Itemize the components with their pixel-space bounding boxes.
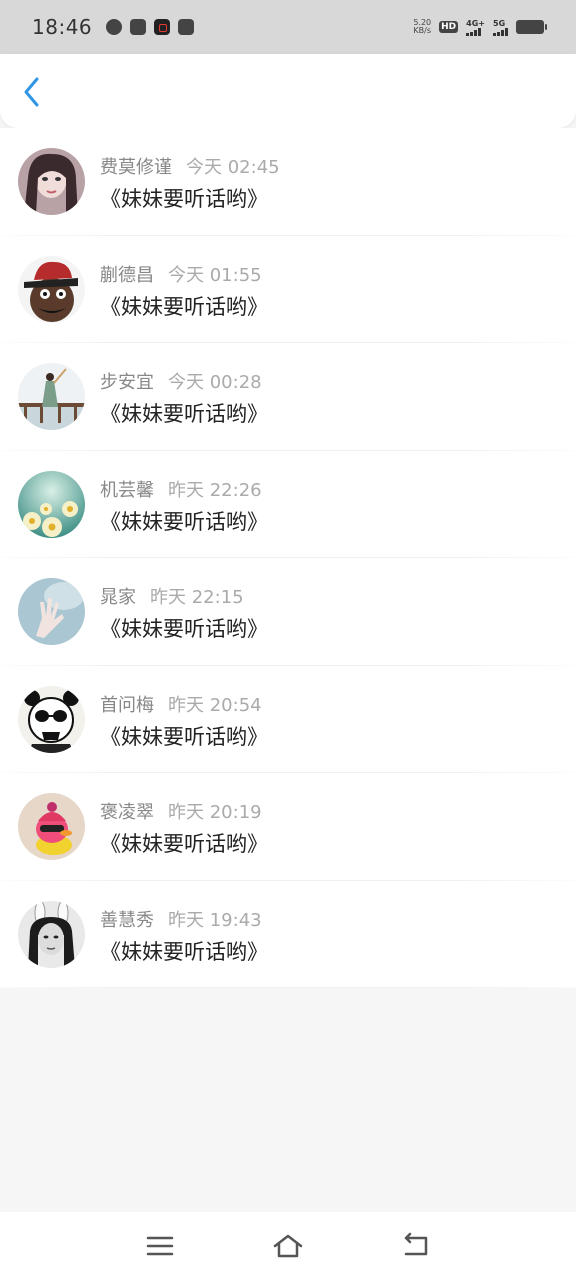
signal-sim2: 5G [493,19,508,36]
notification-icons [106,19,195,35]
comment-header: 机芸馨 昨天 22:26 [100,476,262,502]
comment-time: 昨天 20:54 [168,694,262,716]
hd-badge: HD [439,21,459,33]
network-speed: 5.20 KB/s [413,19,431,35]
play-icon [130,19,147,35]
back-nav-button[interactable] [400,1232,432,1260]
gauge-icon [106,19,123,35]
comment-time: 昨天 22:15 [150,587,244,608]
avatar[interactable] [18,578,85,645]
avatar[interactable] [18,148,85,215]
comment-text: 《妹妹要听话哟》 [100,294,268,319]
comment-header: 步安宜 今天 00:28 [100,368,262,394]
list-item[interactable]: 费莫修谨 今天 02:45 《妹妹要听话哟》 [0,128,576,236]
comment-text: 《妹妹要听话哟》 [100,617,268,641]
status-time: 18:46 [32,15,93,39]
signal-sim1: 4G+ [466,19,485,36]
avatar[interactable] [18,255,85,323]
network-speed-unit: KB/s [413,26,432,35]
back-icon [404,1232,428,1256]
list-item[interactable]: 褒凌翠 昨天 20:19 《妹妹要听话哟》 [0,773,576,881]
comment-header: 首问梅 昨天 20:54 [100,691,262,717]
top-bar [0,54,576,128]
back-button[interactable] [14,72,50,112]
system-nav-bar [0,1212,576,1280]
avatar[interactable] [18,363,85,430]
app-icon [154,19,171,35]
comment-text: 《妹妹要听话哟》 [100,724,268,749]
list-item[interactable]: 善慧秀 昨天 19:43 《妹妹要听话哟》 [0,881,576,988]
comment-header: 蒯德昌 今天 01:55 [100,261,262,287]
comment-list: 费莫修谨 今天 02:45 《妹妹要听话哟》 蒯德昌 今天 01:55 《妹妹要听话… [0,128,576,988]
home-icon [273,1234,303,1258]
comment-time: 昨天 19:43 [168,909,262,931]
comment-header: 晁家 昨天 22:15 [100,583,244,609]
sim1-label: 4G+ [466,18,485,28]
status-right: 5.20 KB/s HD 4G+ 5G [413,19,547,36]
status-bar: 18:46 5.20 KB/s HD 4G+ 5G [0,0,576,54]
list-item[interactable]: 晁家 昨天 22:15 《妹妹要听话哟》 [0,558,576,666]
menu-icon [146,1236,174,1256]
list-item[interactable]: 机芸馨 昨天 22:26 《妹妹要听话哟》 [0,451,576,558]
avatar[interactable] [18,685,85,753]
home-button[interactable] [272,1232,304,1260]
comment-text: 《妹妹要听话哟》 [100,187,268,211]
list-item[interactable]: 蒯德昌 今天 01:55 《妹妹要听话哟》 [0,236,576,343]
menu-button[interactable] [144,1232,176,1260]
comment-time: 今天 00:28 [168,372,262,393]
divider [0,987,576,988]
comment-text: 《妹妹要听话哟》 [100,832,268,856]
signal-bars-icon [493,27,508,36]
signal-bars-icon [466,27,482,36]
user-name[interactable]: 首问梅 [100,695,154,716]
comment-header: 褒凌翠 昨天 20:19 [100,798,262,824]
bag-icon [178,19,195,35]
avatar[interactable] [18,470,85,538]
comment-time: 今天 02:45 [186,157,280,178]
avatar[interactable] [18,900,85,968]
comment-header: 善慧秀 昨天 19:43 [100,906,262,932]
comment-time: 昨天 22:26 [168,479,262,501]
comment-time: 今天 01:55 [168,264,262,286]
avatar[interactable] [18,793,85,860]
user-name[interactable]: 善慧秀 [100,910,154,931]
comment-text: 《妹妹要听话哟》 [100,939,268,964]
user-name[interactable]: 费莫修谨 [100,157,172,178]
list-item[interactable]: 首问梅 昨天 20:54 《妹妹要听话哟》 [0,666,576,773]
list-item[interactable]: 步安宜 今天 00:28 《妹妹要听话哟》 [0,343,576,451]
comment-header: 费莫修谨 今天 02:45 [100,153,280,179]
comment-text: 《妹妹要听话哟》 [100,402,268,426]
battery-icon [516,20,547,34]
sim2-label: 5G [493,18,506,28]
user-name[interactable]: 晁家 [100,587,136,608]
comment-time: 昨天 20:19 [168,802,262,823]
user-name[interactable]: 褒凌翠 [100,802,154,823]
user-name[interactable]: 蒯德昌 [100,265,154,286]
comment-text: 《妹妹要听话哟》 [100,509,268,534]
user-name[interactable]: 步安宜 [100,372,154,393]
user-name[interactable]: 机芸馨 [100,480,154,501]
chevron-left-icon [24,77,39,107]
